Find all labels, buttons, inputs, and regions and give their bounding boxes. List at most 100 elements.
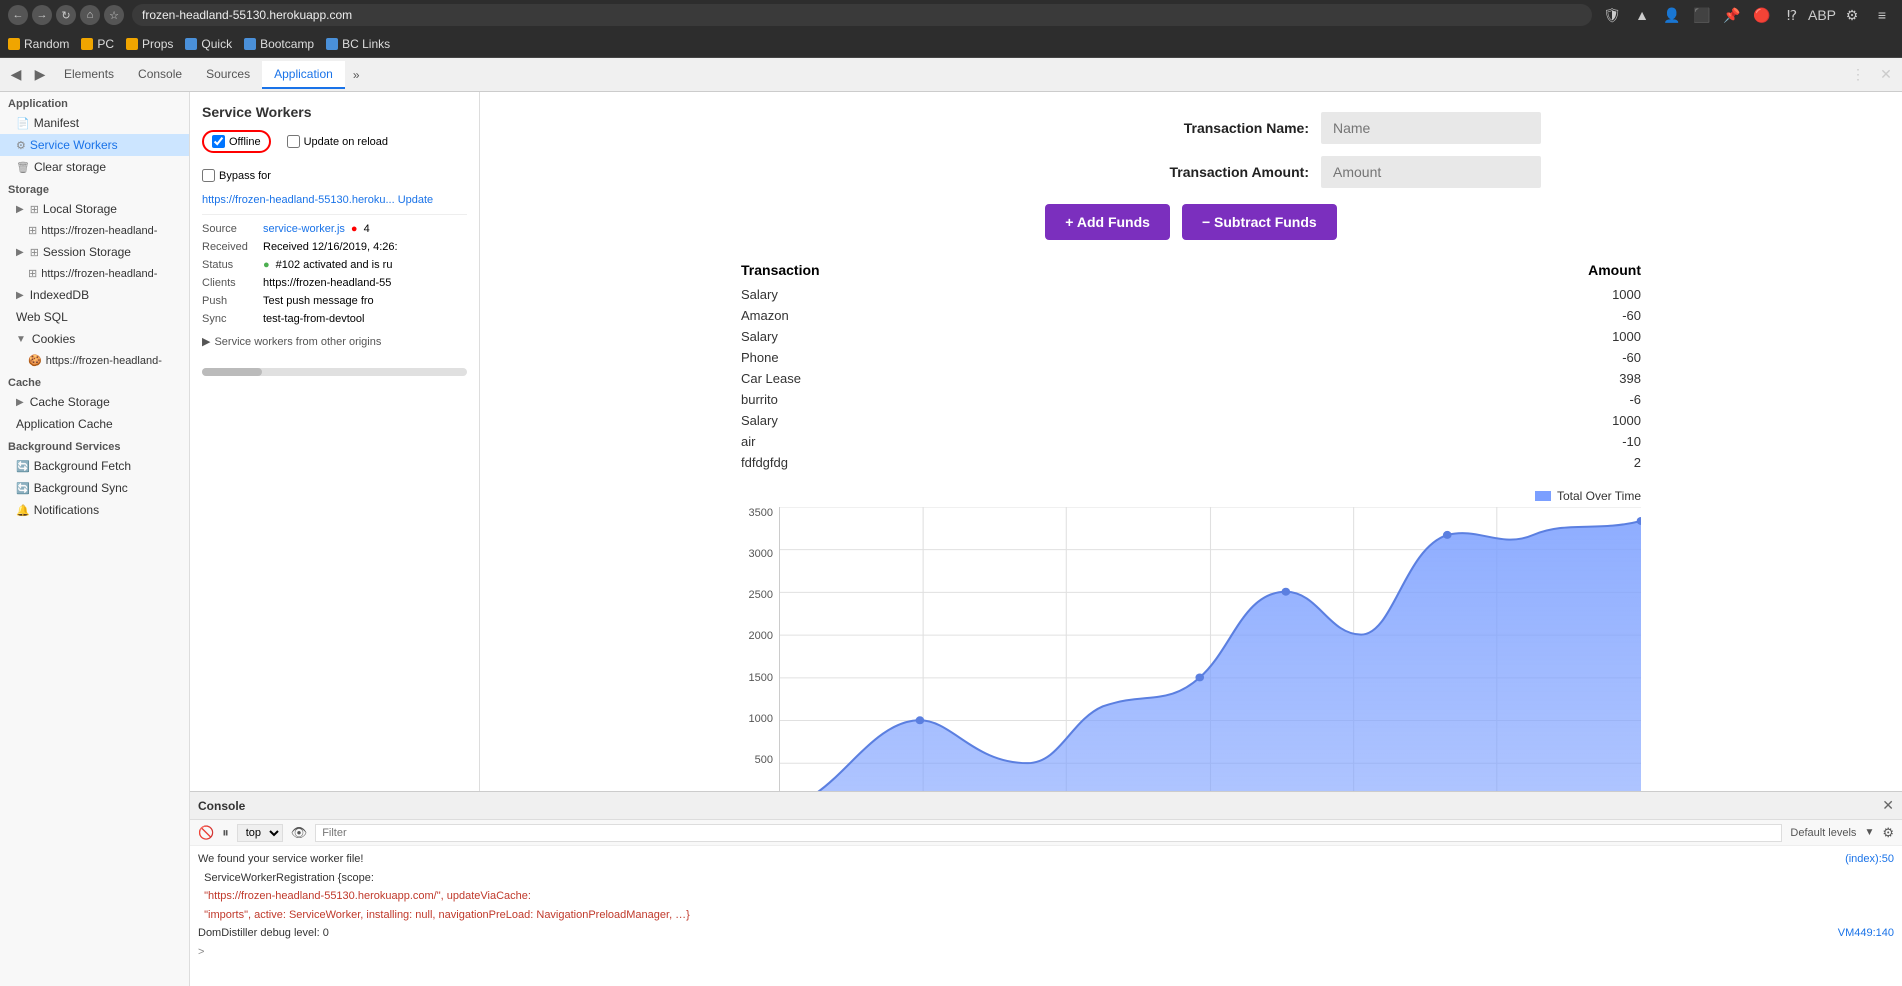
extension-icon-5[interactable]: ⁉ xyxy=(1780,3,1804,27)
sidebar-item-session-storage-origin[interactable]: ⊞ https://frozen-headland- xyxy=(0,263,189,284)
console-eye-icon[interactable]: 👁 xyxy=(291,825,308,841)
address-bar[interactable]: frozen-headland-55130.herokuapp.com xyxy=(132,4,1592,26)
sidebar-item-bg-fetch[interactable]: 🔄 Background Fetch xyxy=(0,455,189,477)
tab-elements[interactable]: Elements xyxy=(52,61,126,89)
transaction-name-cell: Car Lease xyxy=(741,368,1279,389)
sidebar-item-app-cache[interactable]: Application Cache xyxy=(0,413,189,435)
devtools-nav-back[interactable]: ◀ xyxy=(4,63,28,87)
console-close-button[interactable]: ✕ xyxy=(1882,797,1894,814)
console-line-4-text: "imports", active: ServiceWorker, instal… xyxy=(198,909,690,921)
console-levels-chevron-icon[interactable]: ▼ xyxy=(1864,827,1874,838)
amount-input[interactable] xyxy=(1321,156,1541,188)
sidebar-item-local-storage[interactable]: ▶ ⊞ Local Storage xyxy=(0,198,189,220)
transaction-amount-cell: 1000 xyxy=(1279,326,1641,347)
back-button[interactable]: ← xyxy=(8,5,28,25)
sidebar-item-manifest[interactable]: 📄 Manifest xyxy=(0,112,189,134)
offline-checkbox[interactable] xyxy=(212,135,225,148)
sidebar-item-cache-storage-label: Cache Storage xyxy=(30,395,110,409)
subtract-funds-button[interactable]: − Subtract Funds xyxy=(1182,204,1337,240)
home-button[interactable]: ⌂ xyxy=(80,5,100,25)
offline-checkbox-label[interactable]: Offline xyxy=(202,130,271,153)
extension-icon-2[interactable]: ⬛ xyxy=(1690,3,1714,27)
sidebar-item-indexeddb[interactable]: ▶ IndexedDB xyxy=(0,284,189,306)
brave-shield-icon[interactable]: 🛡 xyxy=(1600,3,1624,27)
devtools-more-icon[interactable]: ⋮ xyxy=(1846,63,1870,87)
tab-sources[interactable]: Sources xyxy=(194,61,262,89)
adblock-icon[interactable]: ABP xyxy=(1810,3,1834,27)
name-input[interactable] xyxy=(1321,112,1541,144)
bookmark-quick-icon xyxy=(185,38,197,50)
legend-color-box xyxy=(1535,491,1551,501)
sw-status-value: #102 activated and is ru xyxy=(276,259,393,271)
update-on-reload-label[interactable]: Update on reload xyxy=(287,135,388,148)
sw-update-link[interactable]: Update xyxy=(398,194,433,206)
bookmark-pc[interactable]: PC xyxy=(81,37,114,51)
session-storage-origin-icon: ⊞ xyxy=(28,267,37,280)
devtools-nav-forward[interactable]: ▶ xyxy=(28,63,52,87)
sw-other-origins[interactable]: ▶ Service workers from other origins xyxy=(202,335,467,348)
bookmark-random[interactable]: Random xyxy=(8,37,69,51)
console-settings-icon[interactable]: ⚙ xyxy=(1882,825,1894,841)
sidebar-item-bg-sync[interactable]: 🔄 Background Sync xyxy=(0,477,189,499)
offline-label-text: Offline xyxy=(229,136,261,148)
sw-clients-label: Clients xyxy=(202,277,257,289)
bookmark-bc-links-icon xyxy=(326,38,338,50)
console-context-selector[interactable]: top xyxy=(237,824,283,842)
brave-rewards-icon[interactable]: ▲ xyxy=(1630,3,1654,27)
sidebar-item-cookies-origin[interactable]: 🍪 https://frozen-headland- xyxy=(0,350,189,371)
sidebar-item-service-workers[interactable]: ⚙ Service Workers xyxy=(0,134,189,156)
console-default-levels[interactable]: Default levels xyxy=(1790,827,1856,839)
console-line-1-link[interactable]: (index):50 xyxy=(1845,851,1894,868)
bypass-for-checkbox[interactable] xyxy=(202,169,215,182)
sidebar-item-notifications[interactable]: 🔔 Notifications xyxy=(0,499,189,521)
chart-y-axis: 3500 3000 2500 2000 1500 1000 500 0 xyxy=(741,507,779,791)
forward-button[interactable]: → xyxy=(32,5,52,25)
sidebar-item-session-storage[interactable]: ▶ ⊞ Session Storage xyxy=(0,241,189,263)
bookmark-bc-links[interactable]: BC Links xyxy=(326,37,390,51)
bookmark-props[interactable]: Props xyxy=(126,37,173,51)
extension-icon-3[interactable]: 📌 xyxy=(1720,3,1744,27)
devtools-tab-bar: ◀ ▶ Elements Console Sources Application… xyxy=(0,58,1902,92)
bookmark-bootcamp-icon xyxy=(244,38,256,50)
console-line-3-text: "https://frozen-headland-55130.herokuapp… xyxy=(198,890,531,902)
devtools-close-icon[interactable]: ✕ xyxy=(1874,63,1898,87)
update-on-reload-checkbox[interactable] xyxy=(287,135,300,148)
bookmark-props-icon xyxy=(126,38,138,50)
bookmark-quick[interactable]: Quick xyxy=(185,37,232,51)
sidebar-item-clear-storage[interactable]: 🗑 Clear storage xyxy=(0,156,189,178)
sw-scroll-track xyxy=(202,368,467,376)
tab-application[interactable]: Application xyxy=(262,61,345,89)
sidebar-item-cache-storage[interactable]: ▶ Cache Storage xyxy=(0,391,189,413)
extension-icon-1[interactable]: 👤 xyxy=(1660,3,1684,27)
sidebar-item-local-storage-origin[interactable]: ⊞ https://frozen-headland- xyxy=(0,220,189,241)
sw-url-text: https://frozen-headland-55130.heroku... xyxy=(202,194,395,206)
add-funds-button[interactable]: + Add Funds xyxy=(1045,204,1170,240)
devtools-sidebar: Application 📄 Manifest ⚙ Service Workers… xyxy=(0,92,190,986)
sw-source-link[interactable]: service-worker.js xyxy=(263,223,345,235)
bypass-for-label[interactable]: Bypass for xyxy=(202,169,271,182)
tab-more[interactable]: » xyxy=(345,62,368,88)
tab-console[interactable]: Console xyxy=(126,61,194,89)
refresh-button[interactable]: ↻ xyxy=(56,5,76,25)
bookmark-props-label: Props xyxy=(142,37,173,51)
settings-gear-icon[interactable]: ⚙ xyxy=(1840,3,1864,27)
sw-sync-label: Sync xyxy=(202,313,257,325)
bookmark-button[interactable]: ☆ xyxy=(104,5,124,25)
extension-icon-4[interactable]: 🔴 xyxy=(1750,3,1774,27)
sw-scroll-thumb[interactable] xyxy=(202,368,262,376)
chart-svg xyxy=(780,507,1641,791)
y-label-3500: 3500 xyxy=(741,507,773,519)
console-filter-input[interactable] xyxy=(315,824,1782,842)
browser-action-icons: 🛡 ▲ 👤 ⬛ 📌 🔴 ⁉ ABP ⚙ ≡ xyxy=(1600,3,1894,27)
console-clear-icon[interactable]: 🚫 xyxy=(198,825,214,841)
bookmark-bootcamp[interactable]: Bootcamp xyxy=(244,37,314,51)
sidebar-item-cookies[interactable]: ▼ Cookies xyxy=(0,328,189,350)
sidebar-item-web-sql[interactable]: Web SQL xyxy=(0,306,189,328)
transaction-name-cell: Salary xyxy=(741,284,1279,305)
cookies-origin-icon: 🍪 xyxy=(28,354,42,367)
table-row: Salary1000 xyxy=(741,326,1641,347)
console-line-5-link[interactable]: VM449:140 xyxy=(1838,925,1894,942)
menu-icon[interactable]: ≡ xyxy=(1870,3,1894,27)
console-pause-icon[interactable]: ⏸ xyxy=(222,825,229,841)
y-label-500: 500 xyxy=(741,754,773,766)
